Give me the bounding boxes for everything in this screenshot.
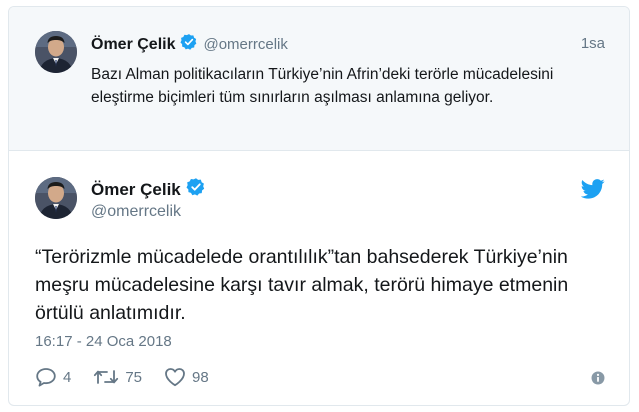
verified-icon: [180, 33, 198, 56]
reply-count: 4: [63, 368, 72, 386]
parent-avatar[interactable]: [35, 31, 77, 73]
retweet-count: 75: [125, 368, 143, 386]
like-button[interactable]: 98: [164, 367, 209, 387]
verified-icon: [186, 177, 206, 202]
tweet-embed: Ömer Çelik @omerrcelik 1sa Bazı Alman po…: [8, 6, 630, 406]
main-author-name-row: Ömer Çelik: [91, 177, 206, 202]
reply-button[interactable]: 4: [35, 367, 71, 387]
main-tweet-text: “Terörizmle mücadelede orantılılık”tan b…: [35, 246, 569, 324]
parent-tweet[interactable]: Ömer Çelik @omerrcelik 1sa Bazı Alman po…: [9, 7, 629, 151]
parent-time[interactable]: 1sa: [581, 35, 605, 52]
parent-author-name[interactable]: Ömer Çelik: [91, 36, 175, 54]
main-avatar[interactable]: [35, 177, 77, 219]
main-author-name[interactable]: Ömer Çelik: [91, 180, 181, 200]
info-icon[interactable]: [591, 371, 605, 390]
twitter-bird-icon[interactable]: [580, 179, 605, 204]
main-handle[interactable]: @omerrcelik: [91, 203, 181, 221]
like-count: 98: [192, 368, 209, 386]
tweet-timestamp[interactable]: 16:17 - 24 Oca 2018: [35, 333, 172, 350]
parent-tweet-text: Bazı Alman politikacıların Türkiye’nin A…: [91, 66, 554, 106]
parent-handle[interactable]: @omerrcelik: [203, 36, 287, 53]
retweet-icon: [94, 370, 119, 384]
retweet-button[interactable]: 75: [93, 367, 142, 387]
heart-icon: [165, 368, 185, 387]
tweet-actions: 4 75 98: [35, 367, 231, 387]
parent-header: Ömer Çelik @omerrcelik: [91, 33, 288, 56]
reply-icon: [36, 368, 56, 387]
